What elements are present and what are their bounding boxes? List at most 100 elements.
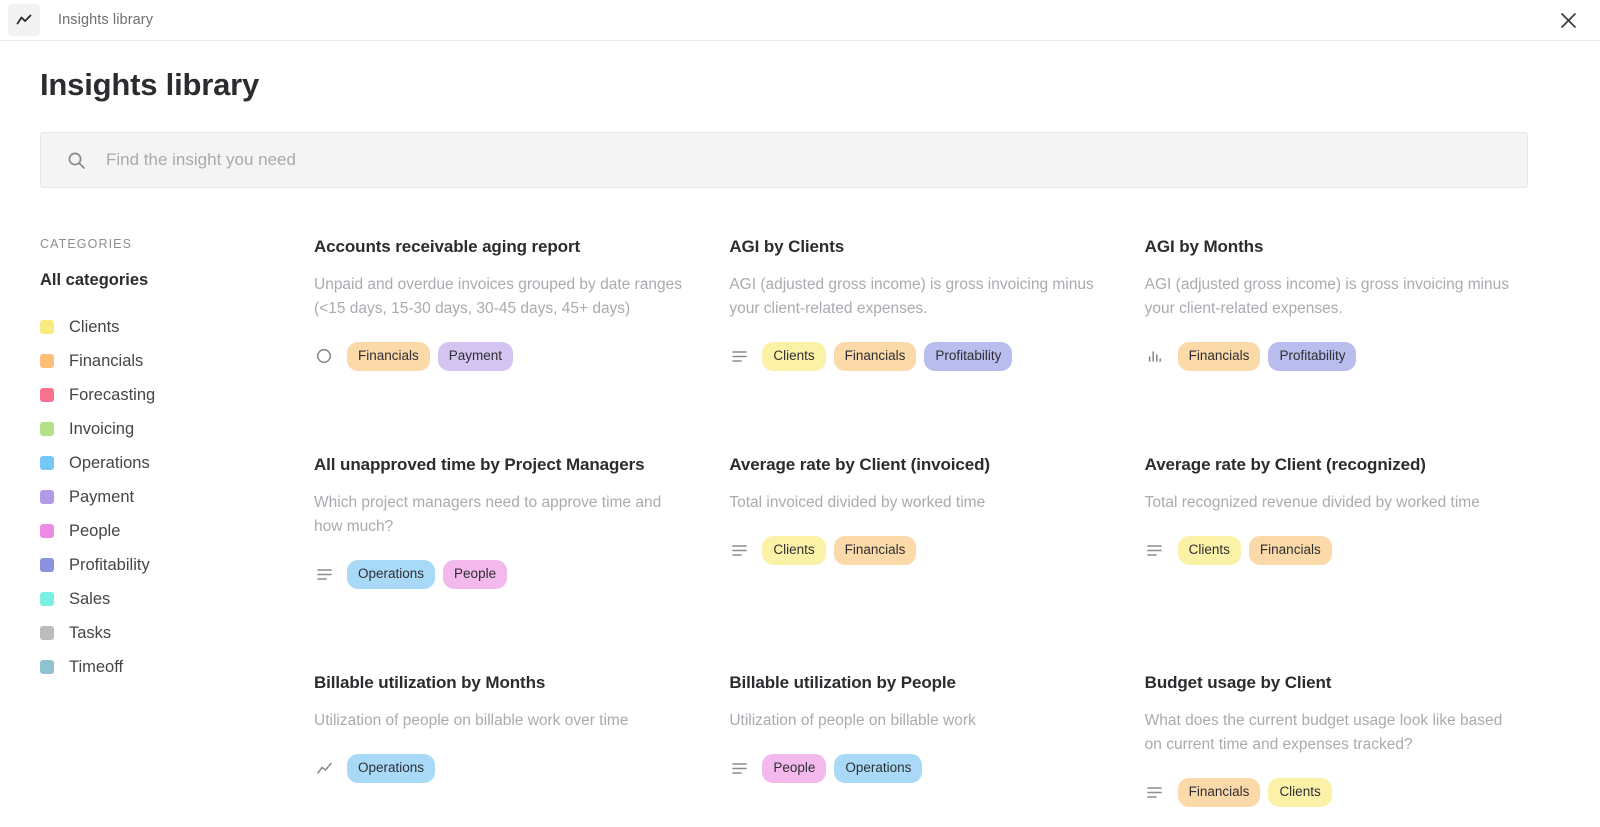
sidebar-item-label: Sales — [69, 589, 111, 608]
sidebar-item-invoicing[interactable]: Invoicing — [40, 412, 314, 446]
category-color-swatch — [40, 456, 54, 470]
insight-tag-financials[interactable]: Financials — [1248, 536, 1332, 565]
sidebar-item-profitability[interactable]: Profitability — [40, 548, 314, 582]
insight-card-description: AGI (adjusted gross income) is gross inv… — [1144, 276, 1510, 317]
insight-card[interactable]: Budget usage by Client What does the curr… — [1145, 673, 1560, 827]
insight-card-title: Accounts receivable aging report — [314, 237, 581, 256]
content-area: CATEGORIES All categories Clients Financi… — [40, 237, 1560, 827]
insight-card[interactable]: Average rate by Client (recognized) Total… — [1145, 455, 1560, 673]
insight-card-description: Utilization of people on billable work — [729, 712, 976, 729]
sidebar-item-label: Clients — [69, 317, 120, 336]
table-icon — [1145, 785, 1165, 800]
insight-card-description: Which project managers need to approve t… — [314, 494, 662, 535]
insight-tag-clients[interactable]: Clients — [762, 342, 826, 371]
insight-tag-clients[interactable]: Clients — [762, 536, 826, 565]
sidebar-item-tasks[interactable]: Tasks — [40, 616, 314, 650]
insight-card[interactable]: AGI by Clients AGI (adjusted gross income… — [729, 237, 1144, 455]
category-color-swatch — [40, 388, 54, 402]
insight-card-title: Average rate by Client (recognized) — [1144, 455, 1426, 474]
pie-chart-icon — [314, 348, 334, 364]
insight-card-footer: Clients Financials — [1145, 536, 1522, 565]
insight-tag-operations[interactable]: Operations — [834, 754, 923, 783]
sidebar-item-label: Invoicing — [69, 419, 135, 438]
insight-card-grid: Accounts receivable aging report Unpaid a… — [314, 237, 1560, 827]
insight-card-description: Total invoiced divided by worked time — [729, 494, 986, 511]
insight-tag-profitability[interactable]: Profitability — [1268, 342, 1357, 371]
sidebar-item-payment[interactable]: Payment — [40, 480, 314, 514]
insight-card-description: Utilization of people on billable work o… — [314, 712, 629, 729]
insight-card-description: What does the current budget usage look … — [1144, 712, 1503, 753]
sidebar-item-all-categories[interactable]: All categories — [40, 271, 314, 290]
table-icon — [729, 761, 749, 776]
sidebar-item-operations[interactable]: Operations — [40, 446, 314, 480]
search-bar[interactable] — [40, 132, 1528, 188]
insight-card-title: AGI by Months — [1144, 237, 1264, 256]
insight-tag-clients[interactable]: Clients — [1268, 778, 1332, 807]
insight-card-footer: Operations — [314, 754, 691, 783]
sidebar-item-people[interactable]: People — [40, 514, 314, 548]
bar-chart-icon — [1145, 348, 1165, 364]
sidebar-item-label: Payment — [69, 487, 135, 506]
insight-card-footer: Operations People — [314, 560, 691, 589]
insight-card[interactable]: All unapproved time by Project Managers W… — [314, 455, 729, 673]
insight-card-title: Billable utilization by People — [729, 673, 956, 692]
insight-tag-operations[interactable]: Operations — [347, 754, 436, 783]
close-icon[interactable] — [1554, 6, 1582, 34]
insight-card-title: Average rate by Client (invoiced) — [729, 455, 990, 474]
insight-card[interactable]: Billable utilization by People Utilizatio… — [729, 673, 1144, 827]
sidebar-item-clients[interactable]: Clients — [40, 310, 314, 344]
category-color-swatch — [40, 626, 54, 640]
insight-card-footer: Clients Financials Profitability — [729, 342, 1106, 371]
insight-card-footer: People Operations — [729, 754, 1106, 783]
insight-tag-people[interactable]: People — [762, 754, 827, 783]
insight-tag-financials[interactable]: Financials — [833, 342, 917, 371]
table-icon — [314, 567, 334, 582]
insight-card-footer: Financials Profitability — [1145, 342, 1522, 371]
insight-card-title: Billable utilization by Months — [314, 673, 546, 692]
category-color-swatch — [40, 524, 54, 538]
insight-card[interactable]: Accounts receivable aging report Unpaid a… — [314, 237, 729, 455]
insight-tag-operations[interactable]: Operations — [347, 560, 436, 589]
insight-card-footer: Financials Clients — [1145, 778, 1522, 807]
insight-tag-payment[interactable]: Payment — [437, 342, 514, 371]
insight-card-title: AGI by Clients — [729, 237, 845, 256]
table-icon — [729, 349, 749, 364]
page-title: Insights library — [40, 67, 260, 102]
category-list: Clients Financials Forecasting Invoicing Ope… — [40, 310, 314, 684]
insight-tag-financials[interactable]: Financials — [347, 342, 430, 371]
search-icon — [67, 151, 86, 170]
table-icon — [729, 543, 749, 558]
search-input[interactable] — [106, 133, 1527, 187]
insight-card-description: Total recognized revenue divided by work… — [1144, 494, 1480, 511]
insight-tag-profitability[interactable]: Profitability — [924, 342, 1013, 371]
insight-card[interactable]: Billable utilization by Months Utilizatio… — [314, 673, 729, 827]
category-color-swatch — [40, 558, 54, 572]
category-color-swatch — [40, 320, 54, 334]
insight-tag-people[interactable]: People — [443, 560, 508, 589]
insight-tag-financials[interactable]: Financials — [1177, 778, 1261, 807]
window-titlebar: Insights library — [0, 0, 1600, 41]
category-color-swatch — [40, 422, 54, 436]
sidebar-item-label: Timeoff — [69, 657, 124, 676]
sidebar-item-financials[interactable]: Financials — [40, 344, 314, 378]
insight-card[interactable]: AGI by Months AGI (adjusted gross income)… — [1145, 237, 1560, 455]
insight-tag-financials[interactable]: Financials — [1177, 342, 1261, 371]
window-title: Insights library — [58, 12, 154, 28]
sidebar-item-label: Financials — [69, 351, 144, 370]
sidebar-item-forecasting[interactable]: Forecasting — [40, 378, 314, 412]
insight-card-title: Budget usage by Client — [1144, 673, 1332, 692]
sidebar-item-label: Profitability — [69, 555, 150, 574]
table-icon — [1145, 543, 1165, 558]
category-color-swatch — [40, 660, 54, 674]
category-color-swatch — [40, 490, 54, 504]
sidebar-item-timeoff[interactable]: Timeoff — [40, 650, 314, 684]
insight-card-description: AGI (adjusted gross income) is gross inv… — [729, 276, 1094, 317]
insight-card[interactable]: Average rate by Client (invoiced) Total i… — [729, 455, 1144, 673]
categories-heading: CATEGORIES — [40, 237, 133, 251]
sidebar-item-sales[interactable]: Sales — [40, 582, 314, 616]
sidebar-item-label: Operations — [69, 453, 150, 472]
insight-card-footer: Clients Financials — [729, 536, 1106, 565]
insight-card-title: All unapproved time by Project Managers — [314, 455, 645, 474]
insight-tag-financials[interactable]: Financials — [833, 536, 917, 565]
insight-tag-clients[interactable]: Clients — [1177, 536, 1241, 565]
